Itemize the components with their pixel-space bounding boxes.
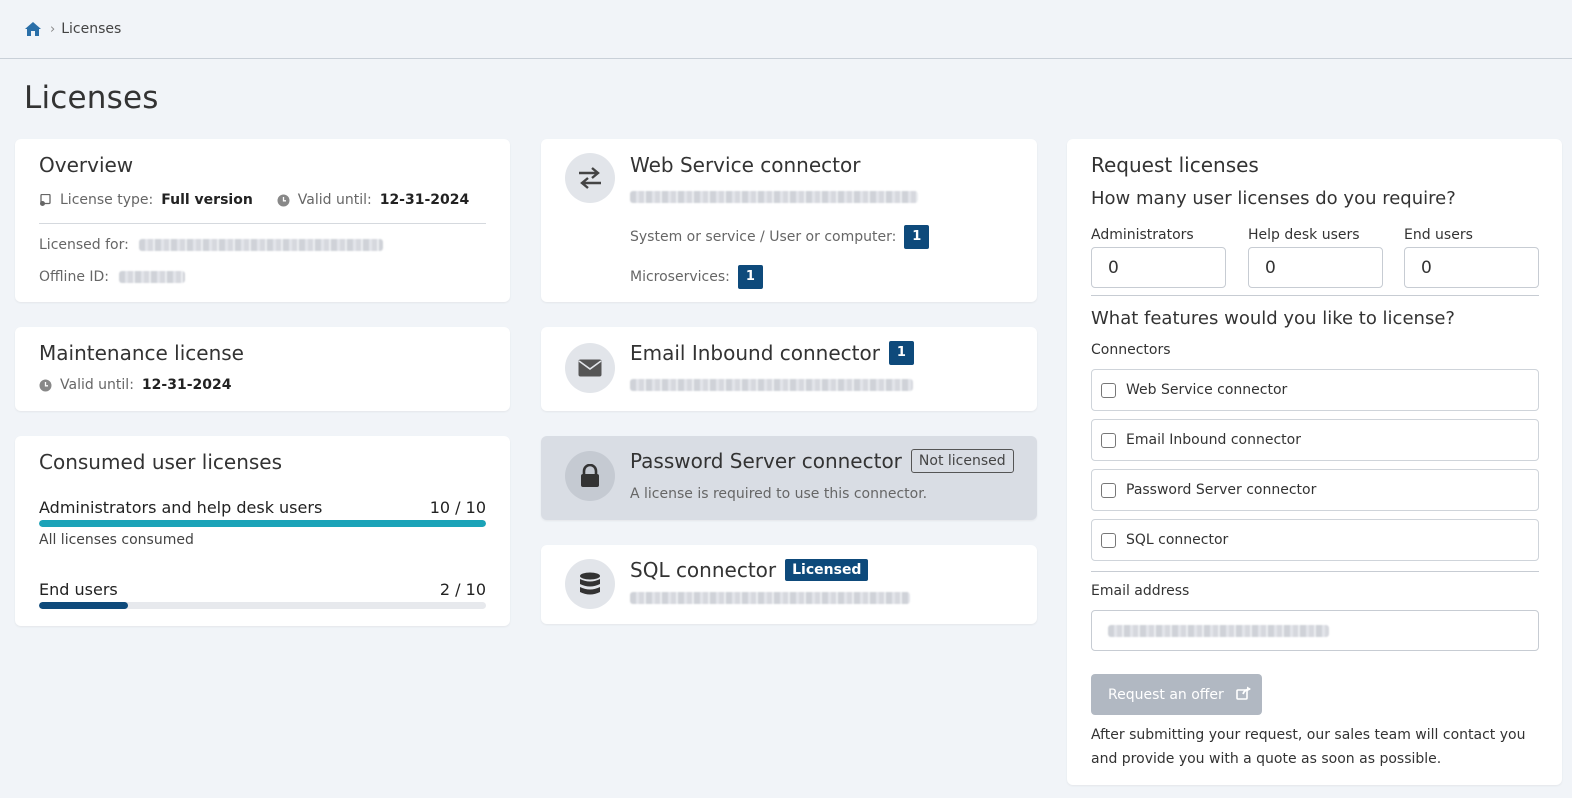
- licensed-badge: Licensed: [785, 559, 869, 581]
- request-title: Request licenses: [1091, 153, 1259, 177]
- divider: [39, 223, 486, 224]
- end-users-progress-bar: [39, 602, 486, 609]
- admins-usage-count: 10 / 10: [429, 498, 486, 517]
- web-service-option-label: Web Service connector: [1126, 382, 1288, 398]
- licensed-for-value: [138, 239, 383, 251]
- password-server-option-label: Password Server connector: [1126, 482, 1317, 498]
- features-question: What features would you like to license?: [1091, 308, 1455, 329]
- connectors-label: Connectors: [1091, 342, 1171, 358]
- overview-title: Overview: [39, 153, 134, 177]
- users-question: How many user licenses do you require?: [1091, 188, 1456, 209]
- endusers-count-input[interactable]: [1404, 247, 1539, 288]
- system-service-count-badge: 1: [904, 225, 930, 249]
- email-inbound-title: Email Inbound connector: [630, 341, 880, 365]
- breadcrumb: › Licenses: [0, 0, 1572, 59]
- admins-usage-label: Administrators and help desk users: [39, 498, 323, 517]
- request-offer-button[interactable]: Request an offer: [1091, 674, 1262, 715]
- system-service-label: System or service / User or computer:: [630, 229, 897, 245]
- sql-option[interactable]: SQL connector: [1091, 519, 1539, 561]
- end-users-usage-label: End users: [39, 580, 118, 599]
- license-type-label: License type:: [60, 192, 154, 208]
- consumed-licenses-card: Consumed user licenses Administrators an…: [15, 436, 510, 626]
- admins-progress-bar: [39, 520, 486, 527]
- email-inbound-connector-card: Email Inbound connector 1: [541, 327, 1037, 411]
- web-service-option[interactable]: Web Service connector: [1091, 369, 1539, 411]
- request-offer-label: Request an offer: [1108, 686, 1224, 703]
- microservices-label: Microservices:: [630, 269, 730, 285]
- end-users-usage-count: 2 / 10: [439, 580, 486, 599]
- maintenance-title: Maintenance license: [39, 341, 244, 365]
- valid-until-value: 12-31-2024: [379, 192, 470, 208]
- email-inbound-count-badge: 1: [888, 341, 914, 365]
- web-service-key: [630, 191, 918, 203]
- helpdesk-count-input[interactable]: [1248, 247, 1383, 288]
- page-title: Licenses: [24, 80, 159, 116]
- password-server-checkbox[interactable]: [1101, 482, 1116, 498]
- sql-key: [630, 592, 910, 604]
- admins-field-label: Administrators: [1091, 227, 1194, 243]
- password-server-connector-card: Password Server connector Not licensed A…: [541, 436, 1037, 520]
- microservices-count-badge: 1: [737, 265, 763, 289]
- maintenance-card: Maintenance license Valid until: 12-31-2…: [15, 327, 510, 411]
- email-inbound-option[interactable]: Email Inbound connector: [1091, 419, 1539, 461]
- email-field-value: [1108, 624, 1329, 637]
- request-footer-note: After submitting your request, our sales…: [1091, 727, 1526, 767]
- email-field[interactable]: [1091, 610, 1539, 651]
- valid-until-label: Valid until:: [297, 192, 372, 208]
- offline-id-label: Offline ID:: [39, 269, 110, 285]
- licensed-for-label: Licensed for:: [39, 237, 129, 253]
- external-link-icon: [1236, 686, 1252, 704]
- admins-usage-note: All licenses consumed: [39, 532, 194, 548]
- overview-card: Overview License type: Full version Vali…: [15, 139, 510, 302]
- web-service-title: Web Service connector: [630, 153, 861, 177]
- divider: [1091, 295, 1539, 296]
- certificate-icon: [39, 193, 51, 206]
- consumed-title: Consumed user licenses: [39, 450, 283, 474]
- endusers-field-label: End users: [1404, 227, 1473, 243]
- not-licensed-badge: Not licensed: [910, 449, 1014, 473]
- maintenance-valid-label: Valid until:: [60, 377, 134, 393]
- email-inbound-key: [630, 379, 913, 391]
- sql-connector-card: SQL connector Licensed: [541, 545, 1037, 624]
- end-users-progress-fill: [39, 602, 129, 609]
- chevron-right-icon: ›: [50, 21, 56, 37]
- password-server-note: A license is required to use this connec…: [630, 486, 928, 502]
- sql-option-label: SQL connector: [1126, 532, 1229, 548]
- offline-id-value: [119, 271, 186, 283]
- email-inbound-checkbox[interactable]: [1101, 432, 1116, 448]
- email-field-label: Email address: [1091, 583, 1190, 599]
- home-icon[interactable]: [24, 20, 42, 38]
- password-server-option[interactable]: Password Server connector: [1091, 469, 1539, 511]
- sql-title: SQL connector: [630, 558, 777, 582]
- web-service-checkbox[interactable]: [1101, 382, 1116, 398]
- divider: [1091, 571, 1539, 572]
- admins-progress-fill: [39, 520, 486, 527]
- lock-icon: [565, 451, 615, 501]
- breadcrumb-current: Licenses: [61, 21, 122, 37]
- web-service-connector-card: Web Service connector System or service …: [541, 139, 1037, 302]
- exchange-arrows-icon: [565, 153, 615, 203]
- password-server-title: Password Server connector: [630, 449, 902, 473]
- license-type-value: Full version: [161, 192, 253, 208]
- maintenance-valid-value: 12-31-2024: [141, 377, 232, 393]
- helpdesk-field-label: Help desk users: [1248, 227, 1360, 243]
- email-inbound-option-label: Email Inbound connector: [1126, 432, 1301, 448]
- sql-checkbox[interactable]: [1101, 532, 1116, 548]
- envelope-icon: [565, 343, 615, 393]
- admins-count-input[interactable]: [1091, 247, 1226, 288]
- database-icon: [565, 559, 615, 609]
- clock-icon: [277, 194, 290, 207]
- request-licenses-card: Request licenses How many user licenses …: [1067, 139, 1562, 785]
- clock-icon: [39, 379, 52, 392]
